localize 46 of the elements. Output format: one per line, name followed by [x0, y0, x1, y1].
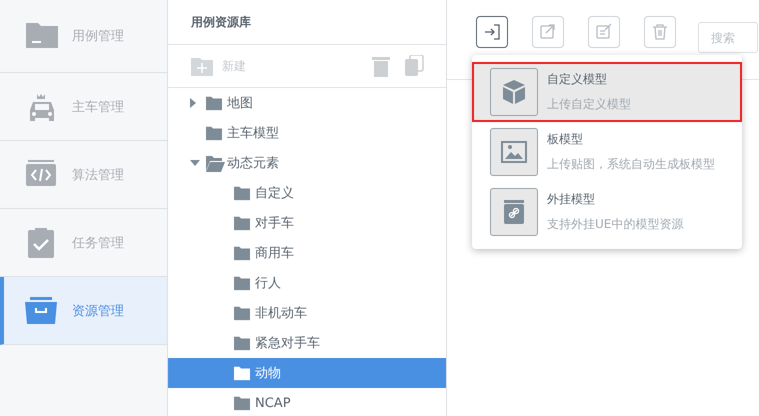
- trash-button[interactable]: [644, 16, 676, 48]
- menu-item-description: 上传自定义模型: [547, 96, 631, 113]
- tree-item[interactable]: 地图: [168, 88, 446, 118]
- menu-item-description: 支持外挂UE中的模型资源: [547, 216, 684, 233]
- edit-icon: [595, 23, 613, 41]
- trash-icon[interactable]: [372, 55, 390, 77]
- folder-plus-icon: [191, 56, 213, 76]
- trash-icon: [651, 23, 669, 41]
- search-field[interactable]: 搜索: [698, 22, 758, 53]
- import-icon: [483, 23, 501, 41]
- folder-icon: [233, 395, 251, 411]
- tree-item[interactable]: 主车模型: [168, 118, 446, 148]
- folder-icon: [205, 95, 223, 111]
- folder-icon: [233, 365, 251, 381]
- tree-item[interactable]: 紧急对手车: [168, 328, 446, 358]
- folder-icon: [233, 185, 251, 201]
- open-folder-icon: [205, 154, 225, 172]
- menu-item[interactable]: 自定义模型 上传自定义模型: [472, 62, 742, 122]
- menu-item[interactable]: 板模型 上传贴图，系统自动生成板模型: [472, 122, 742, 182]
- tree-item[interactable]: NCAP: [168, 388, 446, 416]
- folder-icon: [233, 215, 251, 231]
- folder-icon: [233, 305, 251, 321]
- copy-icon[interactable]: [404, 55, 424, 77]
- export-button[interactable]: [532, 16, 564, 48]
- tree-item[interactable]: 非机动车: [168, 298, 446, 328]
- panel-title: 用例资源库: [168, 0, 446, 45]
- folder-icon: [205, 125, 223, 141]
- edit-button[interactable]: [588, 16, 620, 48]
- tree-item[interactable]: 动物: [168, 358, 446, 388]
- tree-item[interactable]: 自定义: [168, 178, 446, 208]
- folder-icon: [233, 335, 251, 351]
- caret-down-icon: [190, 160, 200, 166]
- caret-right-icon: [190, 98, 196, 108]
- export-icon: [539, 23, 557, 41]
- menu-item-title: 外挂模型: [547, 191, 596, 208]
- folder-icon: [233, 275, 251, 291]
- menu-item[interactable]: 外挂模型 支持外挂UE中的模型资源: [472, 182, 742, 242]
- tree-item[interactable]: 行人: [168, 268, 446, 298]
- menu-item-title: 自定义模型: [547, 71, 608, 88]
- tree-item[interactable]: 商用车: [168, 238, 446, 268]
- tree-item[interactable]: 对手车: [168, 208, 446, 238]
- import-button[interactable]: [476, 16, 508, 48]
- menu-item-description: 上传贴图，系统自动生成板模型: [547, 156, 715, 173]
- menu-item-title: 板模型: [547, 131, 584, 148]
- folder-icon: [233, 245, 251, 261]
- tree-item[interactable]: 动态元素: [168, 148, 446, 178]
